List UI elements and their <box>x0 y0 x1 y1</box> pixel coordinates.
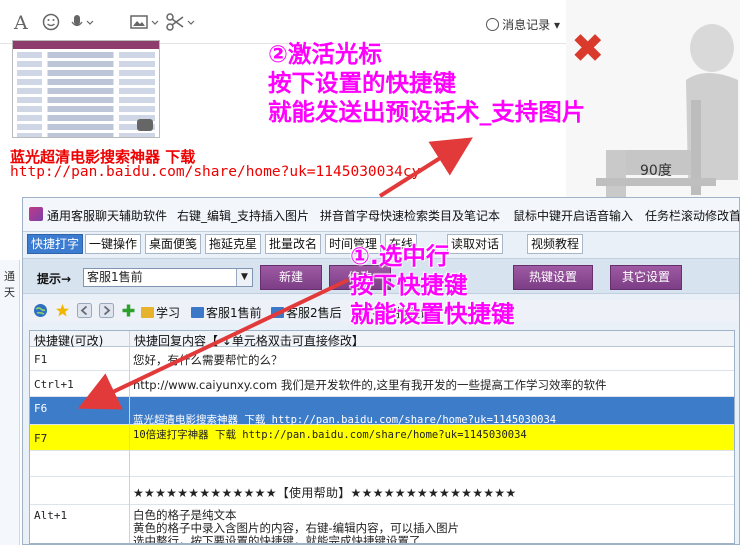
app-logo-icon <box>29 207 43 221</box>
star-icon[interactable] <box>55 303 70 318</box>
hotkey-settings-button[interactable]: 热键设置 <box>513 265 593 290</box>
row-reply[interactable]: http://www.caiyunxy.com 我们是开发软件的,这里有我开发的… <box>133 377 607 393</box>
app-title-bar: 通用客服聊天辅助软件 右键_编辑_支持插入图片 拼音首字母快速检索类目及笔记本 … <box>23 198 739 232</box>
chat-toolbar: A 消息记录 ▾ <box>0 0 566 44</box>
font-icon[interactable]: A <box>14 13 28 33</box>
tab-quick-typing[interactable]: 快捷打字 <box>27 234 84 254</box>
quick-reply-table: 快捷键(可改) 快捷回复内容【 ↓单元格双击可直接修改】 F1 您好，有什么需要… <box>29 330 735 544</box>
new-button[interactable]: 新建 <box>260 265 322 290</box>
tab-video-tutorial[interactable]: 视频教程 <box>527 234 584 254</box>
chevron-down-icon[interactable]: ▼ <box>236 269 252 286</box>
back-arrow-icon[interactable] <box>77 303 92 318</box>
promo-url[interactable]: http://pan.baidu.com/share/home?uk=11450… <box>10 164 420 180</box>
row-reply[interactable]: 10倍速打字神器 下载 http://pan.baidu.com/share/h… <box>133 427 527 442</box>
add-icon[interactable] <box>121 303 136 318</box>
row-reply[interactable]: 您好，有什么需要帮忙的么？ <box>133 352 283 368</box>
table-row-empty[interactable] <box>30 451 734 477</box>
table-row[interactable]: Ctrl+1 http://www.caiyunxy.com 我们是开发软件的,… <box>30 371 734 397</box>
scissors-icon[interactable] <box>166 13 198 33</box>
history-button[interactable]: 消息记录 ▾ <box>486 16 560 33</box>
angle-label: 90度 <box>640 163 672 179</box>
reply-group-label: 提示→ <box>37 272 72 286</box>
table-row[interactable]: Alt+1 白色的格子是纯文本 黄色的格子中录入含图片的内容，右键-编辑内容，可… <box>30 505 734 543</box>
posture-image: ✖ 90度 <box>566 0 740 210</box>
clock-icon <box>486 18 500 31</box>
microphone-icon[interactable] <box>68 13 96 33</box>
smiley-icon[interactable] <box>42 13 60 33</box>
title-segment: 右键_编辑_支持插入图片 <box>177 209 310 223</box>
title-segment: 通用客服聊天辅助软件 <box>47 209 168 223</box>
title-segment: 拼音首字母快速检索类目及笔记本 <box>320 209 501 223</box>
notebook-icon <box>271 307 284 318</box>
row-hotkey[interactable]: F1 <box>34 353 47 366</box>
table-row[interactable]: ★★★★★★★★★★★★★【使用帮助】★★★★★★★★★★★★★★★ <box>30 477 734 505</box>
title-segment: 鼠标中键开启语音输入 <box>513 209 634 223</box>
table-row[interactable]: F1 您好，有什么需要帮忙的么？ <box>30 347 734 371</box>
history-label: 消息记录 <box>502 18 551 32</box>
camera-icon <box>137 119 153 131</box>
folder-study[interactable]: 学习 <box>141 304 180 321</box>
tab-one-click[interactable]: 一键操作 <box>85 234 142 254</box>
image-thumbnail[interactable] <box>12 40 160 138</box>
strip-char-1: 通 <box>4 270 15 283</box>
notebook-cs1[interactable]: 客服1售前 <box>191 304 262 321</box>
row-hotkey[interactable]: F6 <box>34 402 47 415</box>
chat-left-strip: 通 天 <box>0 260 20 545</box>
table-row-selected[interactable]: F6 蓝光超清电影搜索神器 下载 http://pan.baidu.com/sh… <box>30 397 734 426</box>
tab-batch-rename[interactable]: 批量改名 <box>265 234 322 254</box>
table-row-yellow[interactable]: F7 10倍速打字神器 下载 http://pan.baidu.com/shar… <box>30 425 734 451</box>
tab-desktop-notes[interactable]: 桌面便笺 <box>145 234 202 254</box>
reply-group-select[interactable]: 客服1售前 ▼ <box>83 268 253 287</box>
folder-icon <box>141 307 154 318</box>
row-hotkey[interactable]: Alt+1 <box>34 509 67 522</box>
image-icon[interactable] <box>130 13 162 33</box>
table-header: 快捷键(可改) 快捷回复内容【 ↓单元格双击可直接修改】 <box>30 331 734 348</box>
notebook-icon <box>191 307 204 318</box>
other-settings-button[interactable]: 其它设置 <box>610 265 682 290</box>
globe-icon[interactable] <box>33 303 48 318</box>
notebook-cs2[interactable]: 客服2售后 <box>271 304 342 321</box>
annotation-step-1: ①.选中行 按下快捷键 就能设置快捷键 <box>350 242 515 328</box>
row-hotkey[interactable]: F7 <box>34 432 47 445</box>
row-reply-line-3[interactable]: 选中整行，按下要设置的快捷键，就能完成快捷键设置了 <box>133 533 421 543</box>
row-hotkey[interactable]: Ctrl+1 <box>34 378 74 391</box>
annotation-step-2: ②激活光标 按下设置的快捷键 就能发送出预设话术_支持图片 <box>268 40 586 126</box>
forward-arrow-icon[interactable] <box>99 303 114 318</box>
row-reply[interactable]: ★★★★★★★★★★★★★【使用帮助】★★★★★★★★★★★★★★★ <box>133 484 516 501</box>
title-segment: 任务栏滚动修改首 <box>645 209 739 223</box>
strip-char-2: 天 <box>4 286 15 299</box>
tab-procrastination[interactable]: 拖延克星 <box>205 234 262 254</box>
